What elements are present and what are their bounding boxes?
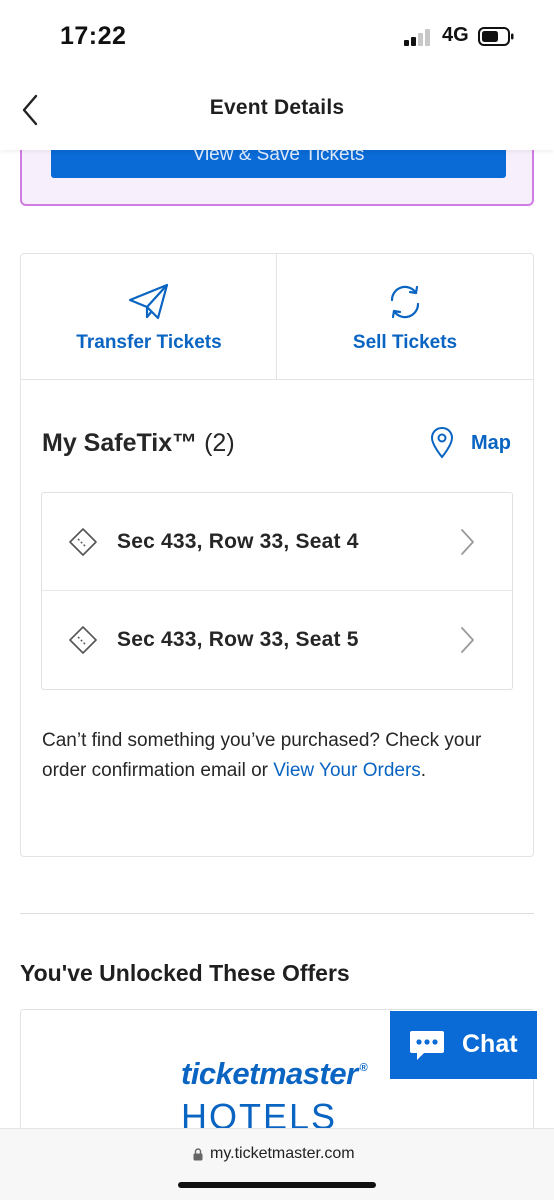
chevron-right-icon [461,627,474,653]
chevron-right-icon [461,529,474,555]
ticket-actions: Transfer Tickets Sell Tickets [21,254,533,380]
seat-label: Sec 433, Row 33, Seat 5 [117,628,359,651]
seat-row[interactable]: Sec 433, Row 33, Seat 4 [42,493,512,591]
refresh-icon [390,285,420,319]
seat-row[interactable]: Sec 433, Row 33, Seat 5 [42,591,512,689]
home-indicator [178,1182,376,1188]
status-bar: 17:22 4G [0,0,554,72]
safetix-title: My SafeTix™ [42,429,198,457]
ticket-icon [69,626,97,654]
offers-heading: You've Unlocked These Offers [20,960,350,986]
seat-list: Sec 433, Row 33, Seat 4 Sec 433, Row 33,… [41,492,513,690]
sell-tickets-button[interactable]: Sell Tickets [277,254,533,380]
section-divider [20,913,534,914]
seat-label: Sec 433, Row 33, Seat 4 [117,530,359,553]
event-details-page: 17:22 4G View & Save Tickets Event Detai… [0,0,554,1200]
map-label: Map [471,432,511,454]
battery-icon [478,27,514,46]
sell-tickets-label: Sell Tickets [352,332,458,353]
ticket-icon [69,528,97,556]
lock-icon [193,1148,203,1161]
network-type: 4G [442,24,469,46]
status-time: 17:22 [60,22,127,50]
tickets-card: Transfer Tickets Sell Tickets My SafeTix… [20,253,534,857]
url-text: my.ticketmaster.com [210,1145,355,1162]
view-orders-link[interactable]: View Your Orders [273,760,421,781]
chat-button[interactable]: Chat [390,1011,537,1079]
browser-url-bar[interactable]: my.ticketmaster.com [0,1128,554,1200]
chat-label: Chat [462,1030,518,1058]
help-text-end: . [420,760,427,781]
safetix-count: (2) [204,429,235,457]
transfer-tickets-button[interactable]: Transfer Tickets [21,254,277,380]
paper-plane-icon [128,283,169,320]
map-pin-icon [430,426,454,459]
app-header: Event Details [0,72,554,150]
page-title: Event Details [209,96,345,119]
chat-bubble-icon [410,1031,444,1060]
safetix-heading: My SafeTix™ (2) [42,429,235,458]
help-text: Can’t find something you’ve purchased? C… [42,726,512,786]
ticketmaster-logo: ticketmaster ® [181,1056,368,1091]
map-link[interactable]: Map [429,426,529,462]
transfer-tickets-label: Transfer Tickets [76,332,222,353]
signal-icon [404,28,434,46]
